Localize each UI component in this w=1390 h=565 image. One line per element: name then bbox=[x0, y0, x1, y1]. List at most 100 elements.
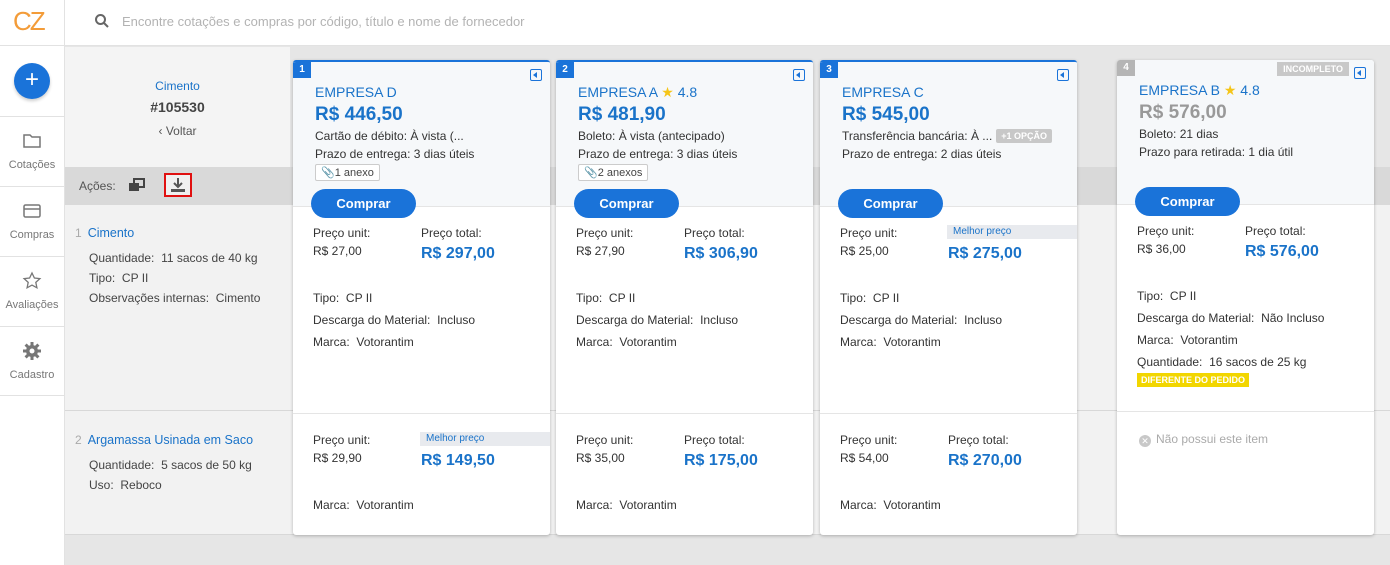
nav-item-compras[interactable]: Compras bbox=[0, 186, 64, 256]
collapse-icon[interactable] bbox=[1057, 69, 1069, 81]
paperclip-icon: 📎 bbox=[584, 167, 598, 179]
field-key: Tipo: bbox=[89, 271, 116, 285]
type-line: Tipo: CP II bbox=[576, 291, 636, 305]
unit-price-value: R$ 29,90 bbox=[313, 451, 362, 465]
unit-price-label: Preço unit: bbox=[313, 433, 371, 447]
attachments-badge[interactable]: 📎2 anexos bbox=[578, 164, 649, 181]
close-circle-icon: ✕ bbox=[1139, 435, 1151, 447]
nav-label: Compras bbox=[9, 229, 55, 241]
buy-button[interactable]: Comprar bbox=[311, 189, 416, 218]
buy-button[interactable]: Comprar bbox=[838, 189, 943, 218]
field-value: 11 sacos de 40 kg bbox=[161, 251, 258, 265]
delivery-terms: Prazo para retirada: 1 dia útil bbox=[1139, 145, 1294, 159]
brand-line: Marca: Votorantim bbox=[840, 335, 941, 349]
gear-icon bbox=[23, 342, 41, 360]
item-number: 2 bbox=[75, 433, 82, 447]
divider bbox=[293, 413, 550, 414]
total-price-label: Preço total: bbox=[948, 433, 1009, 447]
missing-item-note: ✕ Não possui este item bbox=[1139, 432, 1268, 447]
total-price-value: R$ 270,00 bbox=[948, 452, 1022, 469]
quote-card-1: 1 EMPRESA D R$ 446,50 Cartão de débito: … bbox=[293, 60, 550, 535]
collapse-icon[interactable] bbox=[530, 69, 542, 81]
field-key: Quantidade: bbox=[89, 251, 155, 265]
buy-button[interactable]: Comprar bbox=[1135, 187, 1240, 216]
unit-price-label: Preço unit: bbox=[313, 226, 371, 240]
download-icon bbox=[171, 178, 185, 192]
item-name[interactable]: Cimento bbox=[88, 226, 135, 240]
brand-line: Marca: Votorantim bbox=[576, 335, 677, 349]
field-value: CP II bbox=[121, 271, 149, 285]
payment-terms: Transferência bancária: À ... +1 OPÇÃO bbox=[842, 129, 1053, 143]
brand-line: Marca: Votorantim bbox=[840, 498, 941, 512]
wallet-icon bbox=[23, 204, 41, 218]
best-price-badge: Melhor preço bbox=[947, 225, 1077, 239]
different-from-order-badge: DIFERENTE DO PEDIDO bbox=[1137, 373, 1250, 387]
best-price-badge: Melhor preço bbox=[420, 432, 550, 446]
unit-price-label: Preço unit: bbox=[1137, 224, 1195, 238]
company-name[interactable]: EMPRESA C bbox=[842, 84, 924, 100]
rank-badge: 1 bbox=[293, 62, 311, 78]
item-1-details: 1 Cimento Quantidade: 11 sacos de 40 kg T… bbox=[75, 226, 290, 305]
brand-line: Marca: Votorantim bbox=[576, 498, 677, 512]
delivery-terms: Prazo de entrega: 2 dias úteis bbox=[842, 147, 1002, 161]
download-button[interactable] bbox=[164, 173, 192, 197]
total-price-label: Preço total: bbox=[1245, 224, 1306, 238]
divider bbox=[820, 413, 1077, 414]
attachments-badge[interactable]: 📎1 anexo bbox=[315, 164, 380, 181]
incomplete-badge: INCOMPLETO bbox=[1277, 62, 1349, 76]
nav-label: Avaliações bbox=[5, 299, 59, 311]
divider bbox=[556, 413, 813, 414]
field-value: Reboco bbox=[120, 478, 162, 492]
company-name[interactable]: EMPRESA D bbox=[315, 84, 397, 100]
unit-price-value: R$ 27,00 bbox=[313, 244, 362, 258]
item-2-details: 2 Argamassa Usinada em Saco Quantidade: 5… bbox=[75, 433, 290, 492]
card-total: R$ 545,00 bbox=[842, 104, 930, 125]
nav-item-avaliacoes[interactable]: Avaliações bbox=[0, 256, 64, 326]
buy-button[interactable]: Comprar bbox=[574, 189, 679, 218]
total-price-value: R$ 297,00 bbox=[421, 245, 495, 262]
unit-price-label: Preço unit: bbox=[576, 433, 634, 447]
total-price-label: Preço total: bbox=[684, 226, 745, 240]
unit-price-value: R$ 36,00 bbox=[1137, 242, 1186, 256]
payment-terms: Boleto: À vista (antecipado) bbox=[578, 129, 725, 143]
unit-price-label: Preço unit: bbox=[840, 226, 898, 240]
nav-item-cotacoes[interactable]: Cotações bbox=[0, 116, 64, 186]
folder-icon bbox=[23, 134, 41, 148]
star-icon: ★ bbox=[1223, 82, 1237, 98]
total-price-value: R$ 576,00 bbox=[1245, 243, 1319, 260]
nav-item-cadastro[interactable]: Cadastro bbox=[0, 326, 64, 396]
company-name[interactable]: EMPRESA A ★ 4.8 bbox=[578, 84, 697, 101]
field-key: Quantidade: bbox=[89, 458, 155, 472]
search-input[interactable] bbox=[122, 10, 722, 32]
total-price-value: R$ 306,90 bbox=[684, 245, 758, 262]
field-value: 5 sacos de 50 kg bbox=[161, 458, 252, 472]
card-total: R$ 481,90 bbox=[578, 104, 666, 125]
unit-price-label: Preço unit: bbox=[840, 433, 898, 447]
quantity-line: Quantidade: 16 sacos de 25 kg bbox=[1137, 355, 1307, 369]
total-price-value: R$ 275,00 bbox=[948, 245, 1022, 262]
more-options-badge[interactable]: +1 OPÇÃO bbox=[996, 129, 1053, 143]
field-key: Uso: bbox=[89, 478, 114, 492]
card-total: R$ 446,50 bbox=[315, 104, 403, 125]
nav-label: Cadastro bbox=[9, 369, 55, 381]
rank-badge: 4 bbox=[1117, 60, 1135, 76]
rank-badge: 3 bbox=[820, 62, 838, 78]
back-link[interactable]: ‹ Voltar bbox=[65, 124, 290, 138]
type-line: Tipo: CP II bbox=[313, 291, 373, 305]
total-price-value: R$ 149,50 bbox=[421, 452, 495, 469]
unit-price-value: R$ 27,90 bbox=[576, 244, 625, 258]
unload-line: Descarga do Material: Incluso bbox=[840, 313, 1003, 327]
company-name[interactable]: EMPRESA B ★ 4.8 bbox=[1139, 82, 1260, 99]
unit-price-label: Preço unit: bbox=[576, 226, 634, 240]
app-logo[interactable]: CZ bbox=[0, 0, 64, 46]
collapse-icon[interactable] bbox=[793, 69, 805, 81]
actions-label: Ações: bbox=[79, 179, 116, 193]
brand-line: Marca: Votorantim bbox=[313, 335, 414, 349]
duplicate-icon[interactable] bbox=[128, 177, 146, 193]
new-quote-button[interactable]: + bbox=[14, 63, 50, 99]
item-name[interactable]: Argamassa Usinada em Saco bbox=[88, 433, 253, 447]
request-title[interactable]: Cimento bbox=[65, 79, 290, 93]
payment-terms: Boleto: 21 dias bbox=[1139, 127, 1219, 141]
collapse-icon[interactable] bbox=[1354, 67, 1366, 79]
quote-card-3: 3 EMPRESA C R$ 545,00 Transferência banc… bbox=[820, 60, 1077, 535]
